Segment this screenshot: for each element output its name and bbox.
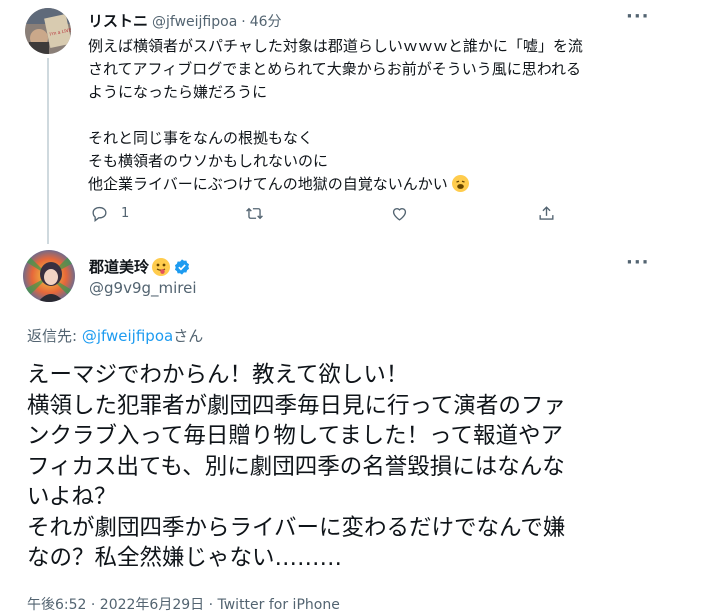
reply-count: 1 [121, 206, 130, 221]
tongue-face-icon [152, 257, 171, 276]
reply-handle[interactable]: @jfweijfipoa [152, 14, 237, 30]
reply-line: 例えば横領者がスパチャした対象は郡道らしいｗｗｗと誰かに「嘘」を流 [88, 37, 583, 55]
main-timestamp[interactable]: 午後6:52 · 2022年6月29日 · Twitter for iPhone [27, 594, 340, 614]
reply-icon [92, 206, 107, 223]
reply-line: そも横領者のウソかもしれないのに [88, 152, 329, 170]
reply-line [88, 104, 583, 127]
reply-separator: · [241, 14, 246, 30]
main-line: それが劇団四季からライバーに変わるだけでなんで嫌 [27, 514, 566, 541]
reply-last-line: 他企業ライバーにぶつけてんの地獄の自覚ないんかい [88, 173, 583, 196]
replying-suffix: さん [173, 327, 204, 345]
reply-more-icon[interactable]: ··· [626, 6, 650, 27]
replying-prefix: 返信先: [27, 327, 82, 345]
main-more-icon[interactable]: ··· [626, 252, 650, 273]
retweet-button[interactable] [245, 204, 264, 223]
main-line: 横領した犯罪者が劇団四季毎日見に行って演者のファ [27, 392, 566, 419]
weary-face-icon [452, 175, 470, 192]
main-line: なの？私全然嫌じゃない……… [27, 545, 343, 571]
reply-line: それと同じ事をなんの根拠もなく [88, 129, 314, 147]
verified-badge-icon [173, 258, 191, 276]
replying-to: 返信先: @jfweijfipoaさん [27, 325, 203, 346]
main-author-avatar[interactable] [23, 250, 75, 302]
replying-handle-link[interactable]: @jfweijfipoa [82, 327, 173, 345]
main-line: いよね？ [27, 484, 117, 510]
retweet-icon [246, 207, 263, 220]
like-icon [392, 208, 407, 221]
main-line: ンクラブ入って毎日贈り物してました！って報道やア [27, 423, 563, 449]
reply-line: されてアフィブログでまとめられて大衆からお前がそういう風に思われる [88, 60, 582, 78]
main-display-name[interactable]: 郡道美玲 [89, 256, 149, 277]
reply-line: 他企業ライバーにぶつけてんの地獄の自覚ないんかい [88, 175, 448, 193]
reply-button[interactable]: 1 [90, 204, 129, 223]
reply-display-name[interactable]: リストニ [88, 10, 148, 31]
main-tweet-text: えーマジでわからん！教えて欲しい！ 横領した犯罪者が劇団四季毎日見に行って演者の… [27, 360, 566, 574]
like-button[interactable] [390, 204, 409, 223]
main-handle[interactable]: @g9v9g_mirei [89, 279, 197, 297]
thread-connector-line [47, 58, 49, 244]
main-line: フィカス出ても、別に劇団四季の名誉毀損にはなんな [27, 453, 565, 480]
reply-author-avatar[interactable]: I'm a LIVER FOREVER [25, 8, 71, 54]
reply-time[interactable]: 46分 [250, 11, 282, 31]
main-line: えーマジでわからん！教えて欲しい！ [27, 362, 409, 388]
reply-line: ようになったら嫌だろうに [88, 83, 268, 101]
share-icon [539, 206, 554, 220]
share-button[interactable] [537, 204, 556, 223]
reply-tweet-text: 例えば横領者がスパチャした対象は郡道らしいｗｗｗと誰かに「嘘」を流 されてアフィ… [88, 35, 583, 196]
